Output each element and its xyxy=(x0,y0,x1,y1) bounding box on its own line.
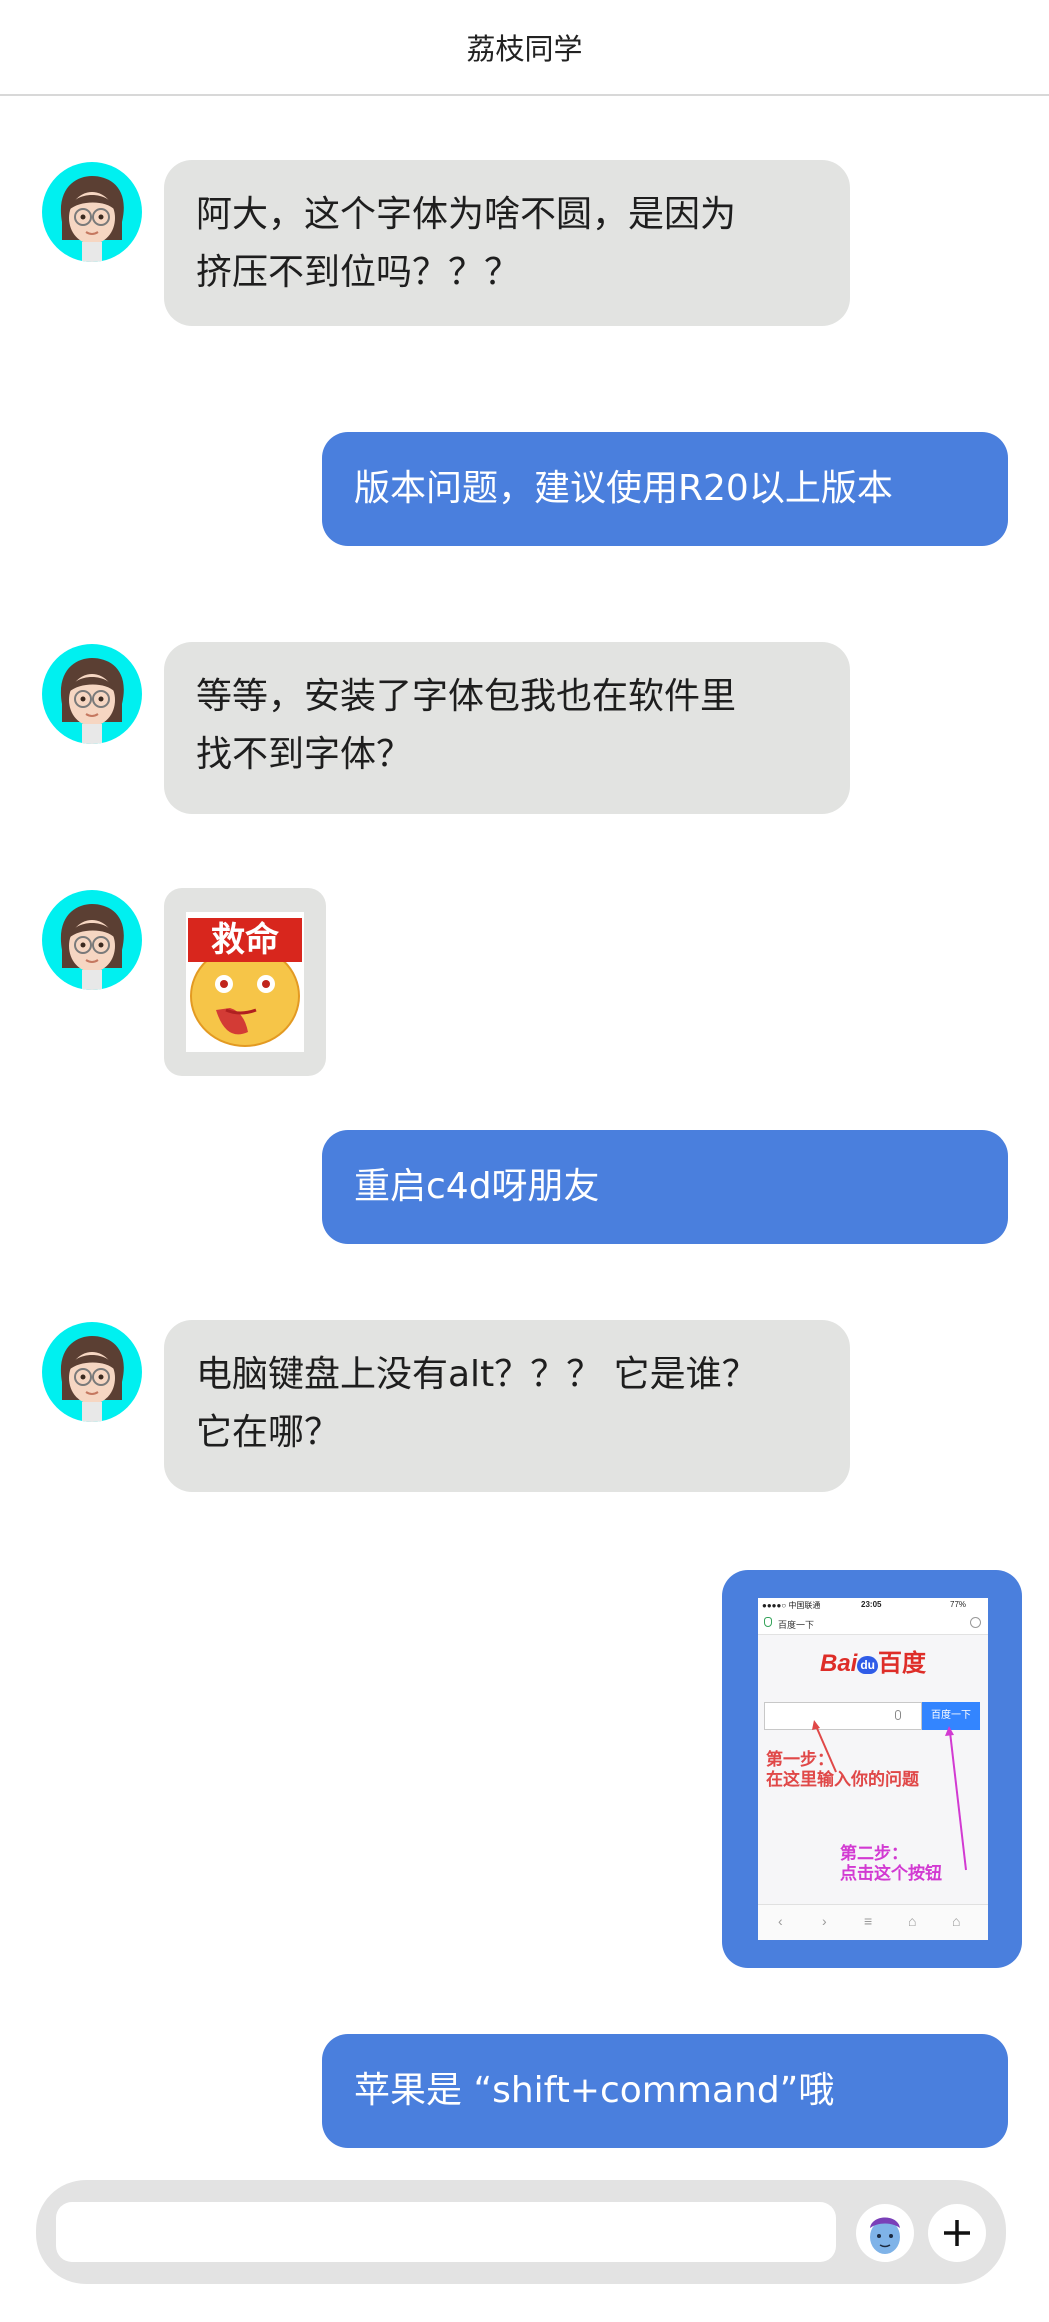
home-icon: ⌂ xyxy=(952,1913,961,1929)
incoming-message[interactable]: 等等，安装了字体包我也在软件里 找不到字体？ xyxy=(164,642,850,814)
emoji-button[interactable] xyxy=(856,2204,914,2262)
avatar-emoji-icon xyxy=(870,2217,900,2254)
plus-icon xyxy=(944,2220,970,2246)
message-line: 它在哪？ xyxy=(196,1412,341,1453)
sticker-image: 救命 xyxy=(186,912,304,1052)
avatar[interactable] xyxy=(42,1322,142,1422)
outgoing-image[interactable]: ●●●●○ 中国联通 23:05 77% 百度一下 Bai du 百度 百度一下 第… xyxy=(722,1570,1022,1968)
tabs-icon: ⌂ xyxy=(908,1913,917,1929)
message-text: 重启c4d呀朋友 xyxy=(354,1166,600,1207)
message-line: 找不到字体？ xyxy=(196,734,413,775)
girl-avatar-icon xyxy=(60,658,124,744)
avatar[interactable] xyxy=(42,644,142,744)
message-line: 等等，安装了字体包我也在软件里 xyxy=(196,676,737,717)
message-input[interactable] xyxy=(56,2202,836,2262)
message-line: 电脑键盘上没有alt？？？ 它是谁？ xyxy=(196,1354,758,1395)
sticker-caption: 救命 xyxy=(211,920,279,960)
back-icon: ‹ xyxy=(778,1913,783,1929)
incoming-message[interactable]: 电脑键盘上没有alt？？？ 它是谁？ 它在哪？ xyxy=(164,1320,850,1492)
outgoing-message[interactable]: 重启c4d呀朋友 xyxy=(322,1130,1008,1244)
message-line: 挤压不到位吗？？？ xyxy=(196,252,521,293)
message-composer xyxy=(36,2180,1006,2284)
girl-avatar-icon xyxy=(60,904,124,990)
girl-avatar-icon xyxy=(60,1336,124,1422)
phone-screenshot: ●●●●○ 中国联通 23:05 77% 百度一下 Bai du 百度 百度一下 第… xyxy=(758,1598,988,1940)
chat-header: 荔枝同学 xyxy=(0,0,1049,96)
step1-annotation: 第一步： 在这里输入你的问题 xyxy=(766,1750,919,1789)
message-text: 苹果是 “shift+command”哦 xyxy=(354,2070,835,2111)
outgoing-message[interactable]: 版本问题，建议使用R20以上版本 xyxy=(322,432,1008,546)
browser-toolbar: ‹ › ≡ ⌂ ⌂ xyxy=(758,1904,988,1940)
girl-avatar-icon xyxy=(60,176,124,262)
outgoing-message[interactable]: 苹果是 “shift+command”哦 xyxy=(322,2034,1008,2148)
forward-icon: › xyxy=(822,1913,827,1929)
avatar[interactable] xyxy=(42,162,142,262)
step2-annotation: 第二步： 点击这个按钮 xyxy=(840,1844,942,1883)
incoming-message[interactable]: 阿大，这个字体为啥不圆，是因为 挤压不到位吗？？？ xyxy=(164,160,850,326)
avatar[interactable] xyxy=(42,890,142,990)
add-button[interactable] xyxy=(928,2204,986,2262)
menu-icon: ≡ xyxy=(864,1913,873,1929)
page-title: 荔枝同学 xyxy=(466,32,583,66)
message-line: 阿大，这个字体为啥不圆，是因为 xyxy=(196,194,737,235)
incoming-sticker[interactable]: 救命 xyxy=(164,888,326,1076)
message-text: 版本问题，建议使用R20以上版本 xyxy=(354,468,893,509)
